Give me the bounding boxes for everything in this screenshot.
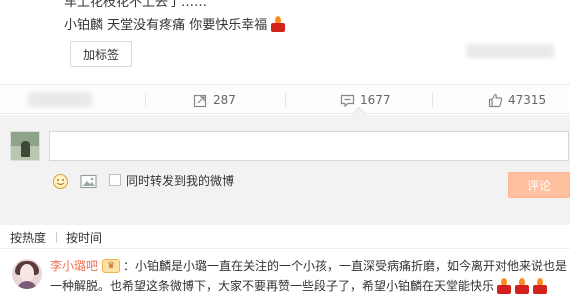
candle-icon [496,277,512,294]
stats-divider [285,93,286,107]
add-tag-button[interactable]: 加标签 [70,41,132,67]
repost-action[interactable]: 287 [193,85,236,115]
repost-icon [193,93,208,108]
repost-count: 287 [213,93,236,107]
comment-line-2: 一种解脱。也希望这条微博下，大家不要再赞一些段子了，希望小铂麟在天堂能快乐 [50,277,548,294]
comment-text-2: 一种解脱。也希望这条微博下，大家不要再赞一些段子了，希望小铂麟在天堂能快乐 [50,279,495,293]
like-action[interactable]: 47315 [488,85,546,115]
comment-action[interactable]: 1677 [340,85,391,115]
candle-icon [270,15,286,32]
post-text: 小铂麟 天堂没有疼痛 你要快乐幸福 [64,18,268,33]
comment-input[interactable] [49,131,569,161]
picture-icon[interactable] [79,172,97,190]
smiley-icon[interactable] [51,172,69,190]
candle-icon [532,277,548,294]
stats-divider [145,93,146,107]
stats-divider [432,93,433,107]
blurred-region [28,92,92,107]
comment-line-1: 李小璐吧 ♛ ：小铂麟是小璐一直在关注的一个小孩，一直深受病痛折磨，如今离开对他… [50,257,567,274]
sort-by-hot[interactable]: 按热度 [10,229,46,246]
comment-text-1: ：小铂麟是小璐一直在关注的一个小孩，一直深受病痛折磨，如今离开对他来说也是 [123,259,568,273]
sort-divider [56,232,57,243]
comment-sort-bar: 按热度 按时间 [0,225,570,249]
my-avatar [10,131,40,161]
candle-icon [514,277,530,294]
also-repost-checkbox[interactable] [109,174,121,186]
post-stats-bar: 287 1677 47315 [0,84,570,114]
thumbs-up-icon [488,93,503,108]
submit-comment-button[interactable]: 评论 [508,172,570,198]
like-count: 47315 [508,93,547,107]
member-badge-icon: ♛ [102,258,121,273]
comment-composer: 同时转发到我的微博 评论 [0,115,570,225]
post-previous-line: 车上花枝花不上去了…… [64,0,208,10]
commenter-name[interactable]: 李小璐吧 [50,257,98,274]
blurred-region [466,44,554,58]
commenter-avatar[interactable] [12,259,42,289]
comment-icon [340,93,355,108]
post-text-line: 小铂麟 天堂没有疼痛 你要快乐幸福 [64,14,286,33]
comment-item: 李小璐吧 ♛ ：小铂麟是小璐一直在关注的一个小孩，一直深受病痛折磨，如今离开对他… [0,249,570,303]
post-card: 车上花枝花不上去了…… 小铂麟 天堂没有疼痛 你要快乐幸福 加标签 [0,0,570,84]
comment-count: 1677 [360,93,391,107]
also-repost-label: 同时转发到我的微博 [126,174,235,188]
sort-by-time[interactable]: 按时间 [66,229,102,246]
